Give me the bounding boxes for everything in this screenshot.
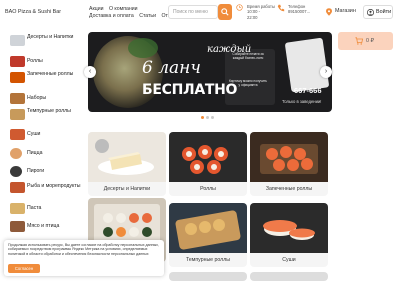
hours-to: 22:00 (247, 14, 258, 20)
pagination-dot[interactable] (211, 116, 214, 119)
logo[interactable]: BAO Pizza & Sushi Bar (5, 9, 61, 15)
sidebar-item-label: Наборы (27, 95, 47, 101)
nav-link-promotions[interactable]: Акции (89, 6, 104, 12)
sidebar-item-tempura-rolls[interactable]: Темпурные роллы (10, 108, 88, 125)
sidebar-item-desserts[interactable]: Десерты и Напитки (10, 34, 88, 51)
category-tile-label: Десерты и Напитки (103, 186, 151, 192)
rolls-image (169, 132, 247, 182)
sidebar-item-pizza[interactable]: Пицца (10, 148, 88, 164)
phone-number[interactable]: 89150007... (288, 9, 310, 14)
clock-icon (236, 4, 243, 11)
cookie-text: Продолжая использовать ресурс, Вы даете … (8, 243, 159, 256)
category-thumbnail (10, 148, 22, 159)
banner-line3: БЕСПЛАТНО (142, 82, 238, 98)
sidebar-item-label: Запеченные роллы (27, 71, 74, 77)
sidebar-item-label: Пицца (27, 150, 43, 156)
sidebar-item-label: Суши (27, 131, 41, 137)
sidebar-item-pasta[interactable]: Паста (10, 203, 88, 219)
phone-block[interactable]: Телефон 89150007... (288, 4, 310, 15)
search-icon (221, 8, 229, 16)
sidebar-item-label: Паста (27, 205, 42, 211)
loyalty-card-image (284, 37, 330, 93)
search-input[interactable]: Поиск по меню (168, 5, 218, 19)
category-tile-label: Запеченные роллы (265, 186, 313, 192)
category-thumbnail (10, 203, 25, 214)
category-tile-label: Роллы (200, 186, 216, 192)
header: BAO Pizza & Sushi Bar Акции О компании Д… (0, 0, 400, 26)
tempura-rolls-image (169, 203, 247, 253)
sidebar-item-rolls[interactable]: Роллы (10, 56, 88, 72)
category-tile-partial[interactable] (250, 272, 328, 281)
login-button[interactable]: Войти (363, 5, 393, 19)
category-thumbnail (10, 93, 25, 104)
category-thumbnail (10, 166, 22, 177)
nav-link-delivery[interactable]: Доставка и оплата (89, 13, 134, 19)
sidebar-item-label: Роллы (27, 58, 43, 64)
category-thumbnail (10, 109, 25, 120)
sidebar-item-baked-rolls[interactable]: Запеченные роллы (10, 71, 88, 88)
sidebar-item-meat[interactable]: Мясо и птица (10, 221, 88, 237)
sidebar-item-label: Пироги (27, 168, 45, 174)
category-thumbnail (10, 182, 25, 193)
cookie-accept-button[interactable]: Согласен (8, 264, 40, 273)
category-tile-label: Темпурные роллы (186, 257, 230, 263)
pagination-dot[interactable] (201, 116, 204, 119)
location-pin-icon (326, 8, 332, 16)
banner-prev-button[interactable]: ‹ (84, 66, 96, 78)
cart-icon (355, 37, 363, 45)
banner-phone: 667-666 (294, 86, 322, 95)
sidebar-item-label: Десерты и Напитки (27, 34, 74, 40)
sidebar-item-sushi[interactable]: Суши (10, 129, 88, 145)
cart-total: 0 ₽ (366, 38, 374, 44)
sidebar-item-sets[interactable]: Наборы (10, 93, 88, 109)
banner-card-text: Собирайте печати за каждый бизнес-ланч (232, 52, 264, 61)
banner-note: Только в заведении! (282, 99, 322, 104)
category-tile-desserts[interactable]: Десерты и Напитки (88, 132, 166, 196)
banner-card-text2: Карточку можно получить у официанта (229, 79, 267, 88)
nav-link-articles[interactable]: Статьи (139, 13, 156, 19)
category-thumbnail (10, 35, 25, 46)
banner-pagination (201, 116, 221, 119)
greens-image (128, 38, 158, 58)
baked-rolls-image (250, 132, 328, 182)
category-tile-label: Суши (282, 257, 296, 263)
sidebar-item-seafood[interactable]: Рыба и морепродукты (10, 182, 88, 198)
phone-icon (277, 4, 285, 12)
category-tile-partial[interactable] (169, 272, 247, 281)
sidebar-item-label: Рыба и морепродукты (27, 183, 81, 189)
cheesecake-image (88, 132, 166, 182)
chevron-right-icon: › (324, 68, 328, 75)
sushi-image (250, 203, 328, 253)
sidebar-item-label: Мясо и птица (27, 223, 60, 229)
category-thumbnail (10, 221, 25, 232)
sidebar-item-label: Темпурные роллы (27, 108, 71, 114)
sidebar-item-pies[interactable]: Пироги (10, 166, 88, 182)
cookie-consent: Продолжая использовать ресурс, Вы даете … (4, 240, 164, 276)
category-tile-tempura-rolls[interactable]: Темпурные роллы (169, 203, 247, 267)
working-hours: Время работы 10:00 - 22:00 (247, 4, 275, 20)
login-label: Войти (376, 9, 392, 15)
cart-button[interactable]: 0 ₽ (338, 32, 393, 50)
nav-link-about[interactable]: О компании (109, 6, 138, 12)
category-thumbnail (10, 56, 25, 67)
banner-line2: 6 ланч (142, 58, 201, 78)
category-tile-baked-rolls[interactable]: Запеченные роллы (250, 132, 328, 196)
category-tile-rolls[interactable]: Роллы (169, 132, 247, 196)
category-thumbnail (10, 72, 25, 83)
search-button[interactable] (218, 4, 232, 20)
chevron-left-icon: ‹ (88, 68, 92, 75)
user-icon (367, 9, 374, 16)
pagination-dot[interactable] (206, 116, 209, 119)
category-tile-sushi[interactable]: Суши (250, 203, 328, 267)
banner-next-button[interactable]: › (320, 66, 332, 78)
category-thumbnail (10, 129, 25, 140)
shops-link[interactable]: Магазин (335, 8, 356, 14)
